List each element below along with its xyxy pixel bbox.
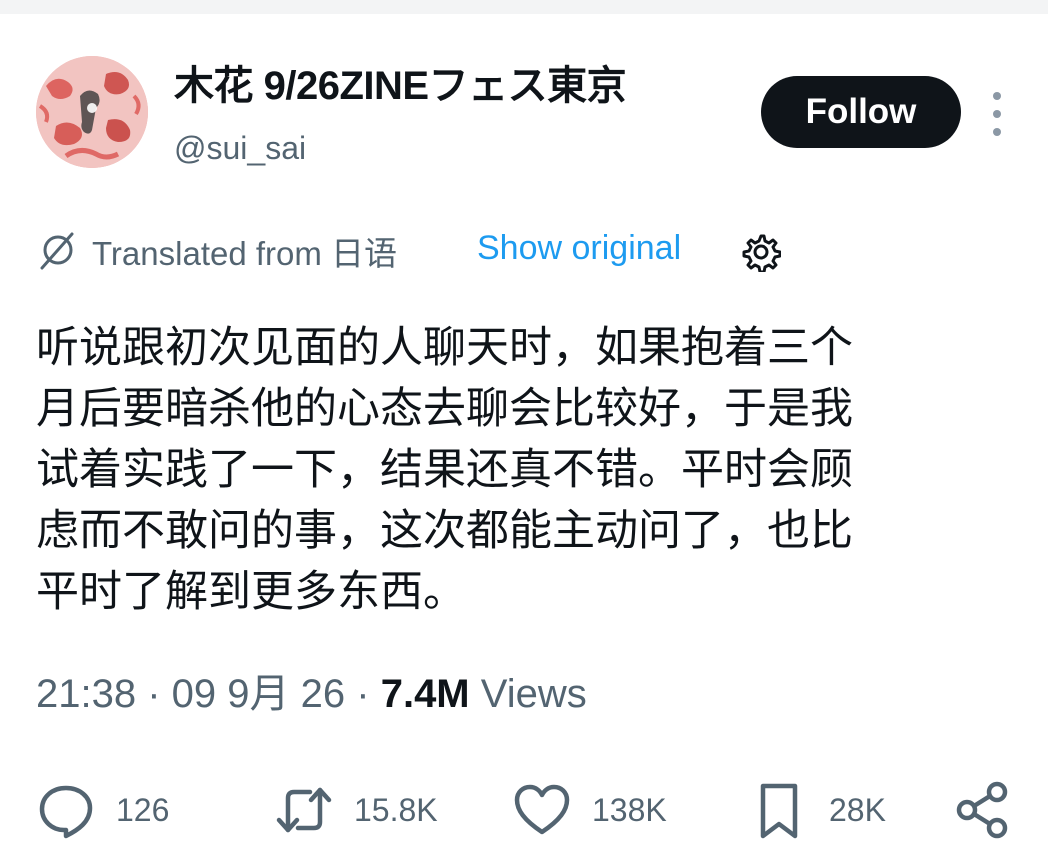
translate-icon [40,232,74,270]
more-dot [993,110,1001,118]
reply-count: 126 [116,791,170,828]
translated-from-label: Translated from 日语 [92,235,398,272]
avatar[interactable] [36,56,148,168]
share-icon [956,781,1008,839]
share-button[interactable] [953,776,1013,844]
display-name[interactable]: 木花 9/26ZINEフェス東京 [174,62,627,110]
meta-separator: · [356,672,381,716]
tweet-meta: 21:38 · 09 9月 26 · 7.4M Views [36,668,587,720]
bookmark-button[interactable]: 28K [749,776,886,844]
heart-icon [514,784,570,835]
top-strip [0,0,1048,14]
more-options-icon[interactable] [984,92,1010,136]
avatar-icon [36,56,148,168]
action-bar: 126 15.8K 138K 28K [36,776,1016,844]
tweet-text: 听说跟初次见面的人聊天时，如果抱着三个 月后要暗杀他的心态去聊会比较好，于是我 … [36,323,853,617]
show-original-link[interactable]: Show original [477,228,681,268]
meta-separator: · [147,672,172,716]
views-label: Views [480,672,587,716]
bookmark-icon [760,783,798,839]
tweet-date[interactable]: 09 9月 26 [172,672,345,716]
gear-icon[interactable] [741,232,781,272]
like-count: 138K [592,791,667,828]
reply-icon [39,785,93,839]
views-count: 7.4M [380,672,470,716]
like-button[interactable]: 138K [512,776,667,844]
more-dot [993,92,1001,100]
reply-button[interactable]: 126 [36,776,169,844]
tweet-time[interactable]: 21:38 [36,672,136,716]
repost-icon [276,787,332,833]
more-dot [993,128,1001,136]
user-handle[interactable]: @sui_sai [174,128,306,168]
follow-button[interactable]: Follow [761,76,961,148]
translation-bar: Translated from 日语 Show original [36,226,816,280]
repost-count: 15.8K [354,791,438,828]
bookmark-count: 28K [829,791,886,828]
repost-button[interactable]: 15.8K [274,776,438,844]
